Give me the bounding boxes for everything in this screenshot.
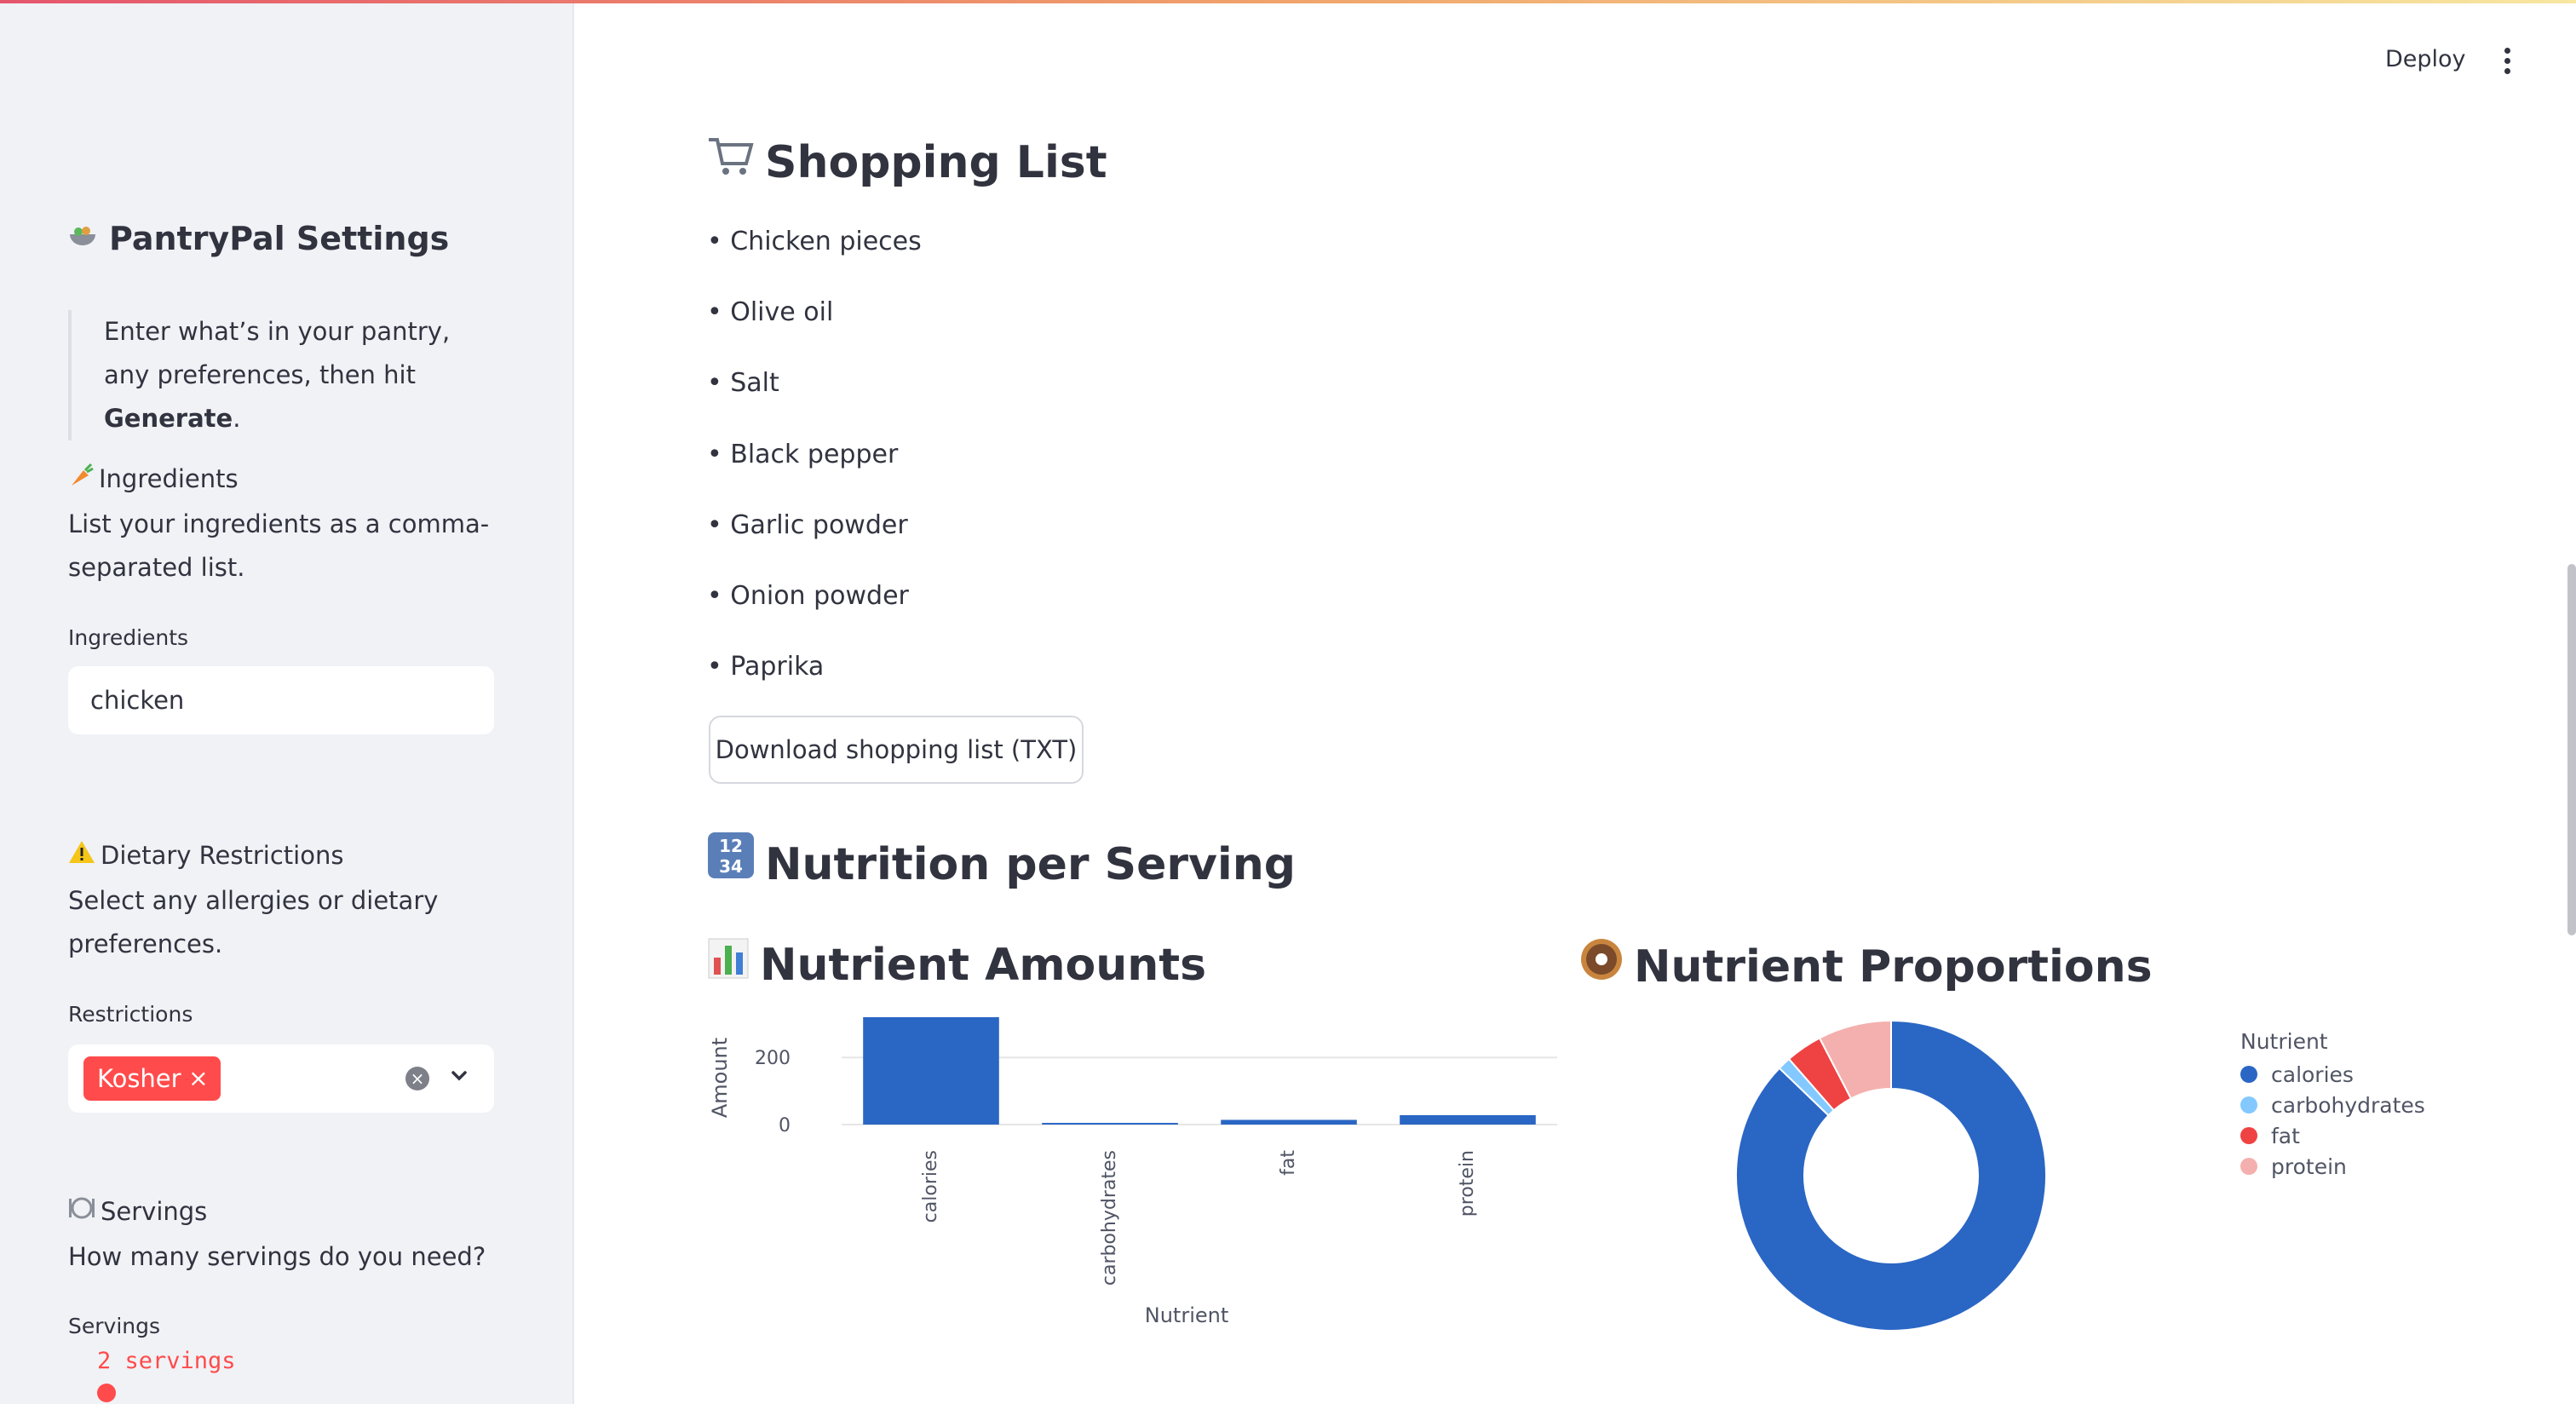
sidebar-intro: Enter what’s in your pantry, any prefere… bbox=[68, 310, 496, 440]
shopping-list-title: Shopping List bbox=[707, 135, 1107, 188]
ingredients-input[interactable]: chicken bbox=[68, 666, 494, 734]
servings-value: 2 servings bbox=[97, 1348, 236, 1374]
sidebar: PantryPal Settings Enter what’s in your … bbox=[0, 3, 574, 1404]
legend-title: Nutrient bbox=[2240, 1029, 2328, 1054]
servings-title: Servings bbox=[68, 1196, 207, 1226]
legend-item-carbohydrates[interactable]: carbohydrates bbox=[2240, 1090, 2425, 1120]
x-tick-label: fat bbox=[1278, 1150, 1299, 1176]
servings-field-label: Servings bbox=[68, 1314, 161, 1338]
y-tick-label: 200 bbox=[755, 1048, 791, 1069]
nutrient-amounts-bar-chart: 0 200 calories carbohydrates fat protein Amoun… bbox=[708, 1016, 1557, 1327]
more-menu-icon[interactable] bbox=[2504, 48, 2511, 75]
legend-swatch bbox=[2240, 1066, 2257, 1083]
legend-label: calories bbox=[2271, 1062, 2354, 1087]
bar-chart-icon bbox=[707, 937, 750, 991]
download-shopping-list-button[interactable]: Download shopping list (TXT) bbox=[709, 716, 1084, 784]
x-axis-label: Nutrient bbox=[1145, 1303, 1229, 1327]
ingredients-title: Ingredients bbox=[68, 463, 239, 493]
numbers-icon: 12 34 bbox=[707, 831, 755, 890]
shopping-item: • Paprika bbox=[707, 652, 825, 682]
bar-calories[interactable] bbox=[863, 1016, 999, 1125]
chevron-down-icon[interactable] bbox=[446, 1063, 472, 1089]
bar-protein[interactable] bbox=[1400, 1114, 1536, 1125]
carrot-icon bbox=[68, 463, 94, 493]
legend-item-protein[interactable]: protein bbox=[2240, 1151, 2425, 1182]
svg-text:12: 12 bbox=[719, 836, 743, 856]
nutrient-proportions-title: Nutrient Proportions bbox=[1579, 937, 2153, 993]
main-scrollbar[interactable] bbox=[2567, 564, 2576, 935]
legend-swatch bbox=[2240, 1127, 2257, 1144]
nutrient-amounts-title: Nutrient Amounts bbox=[707, 937, 1206, 991]
x-tick-label: carbohydrates bbox=[1099, 1150, 1120, 1286]
legend-label: protein bbox=[2271, 1154, 2347, 1179]
dietary-title: Dietary Restrictions bbox=[68, 840, 343, 870]
bar-fat[interactable] bbox=[1221, 1119, 1357, 1125]
ingredients-field-label: Ingredients bbox=[68, 625, 189, 650]
dietary-description: Select any allergies or dietary preferen… bbox=[68, 886, 439, 958]
shopping-cart-icon bbox=[707, 135, 755, 188]
restrictions-field-label: Restrictions bbox=[68, 1002, 193, 1027]
donut-icon bbox=[1579, 937, 1624, 993]
legend-label: carbohydrates bbox=[2271, 1092, 2425, 1118]
nutrient-proportions-donut-chart bbox=[1735, 1019, 2047, 1332]
shopping-item: • Salt bbox=[707, 368, 779, 398]
donut-legend: Nutrient calories carbohydrates fat protein bbox=[2240, 1029, 2425, 1182]
y-axis-label: Amount bbox=[708, 1038, 732, 1118]
shopping-item: • Olive oil bbox=[707, 297, 834, 327]
servings-description: How many servings do you need? bbox=[68, 1242, 486, 1271]
svg-text:34: 34 bbox=[719, 856, 743, 877]
servings-slider-handle[interactable] bbox=[97, 1384, 116, 1402]
clear-all-icon[interactable]: × bbox=[405, 1067, 429, 1090]
shopping-item: • Garlic powder bbox=[707, 510, 908, 540]
chip-remove-icon[interactable]: × bbox=[188, 1056, 208, 1101]
deploy-button[interactable]: Deploy bbox=[2385, 46, 2466, 72]
legend-item-fat[interactable]: fat bbox=[2240, 1120, 2425, 1151]
x-tick-label: protein bbox=[1457, 1150, 1478, 1217]
legend-item-calories[interactable]: calories bbox=[2240, 1059, 2425, 1090]
restriction-chip[interactable]: Kosher × bbox=[83, 1056, 221, 1101]
x-tick-label: calories bbox=[920, 1150, 941, 1223]
chip-label: Kosher bbox=[97, 1064, 181, 1093]
y-tick-label: 0 bbox=[779, 1115, 791, 1136]
warning-icon bbox=[68, 840, 95, 870]
shopping-item: • Chicken pieces bbox=[707, 227, 922, 256]
shopping-item: • Black pepper bbox=[707, 440, 899, 469]
ingredients-description: List your ingredients as a comma-separat… bbox=[68, 509, 490, 582]
legend-swatch bbox=[2240, 1158, 2257, 1175]
shopping-item: • Onion powder bbox=[707, 581, 909, 611]
restrictions-multiselect[interactable]: Kosher × × bbox=[68, 1044, 494, 1113]
salad-bowl-icon bbox=[68, 220, 101, 257]
nutrition-title: 12 34 Nutrition per Serving bbox=[707, 831, 1296, 890]
plate-cutlery-icon bbox=[68, 1196, 95, 1226]
legend-label: fat bbox=[2271, 1123, 2300, 1148]
bar-carbohydrates[interactable] bbox=[1042, 1123, 1178, 1125]
sidebar-title: PantryPal Settings bbox=[68, 220, 449, 257]
legend-swatch bbox=[2240, 1096, 2257, 1113]
